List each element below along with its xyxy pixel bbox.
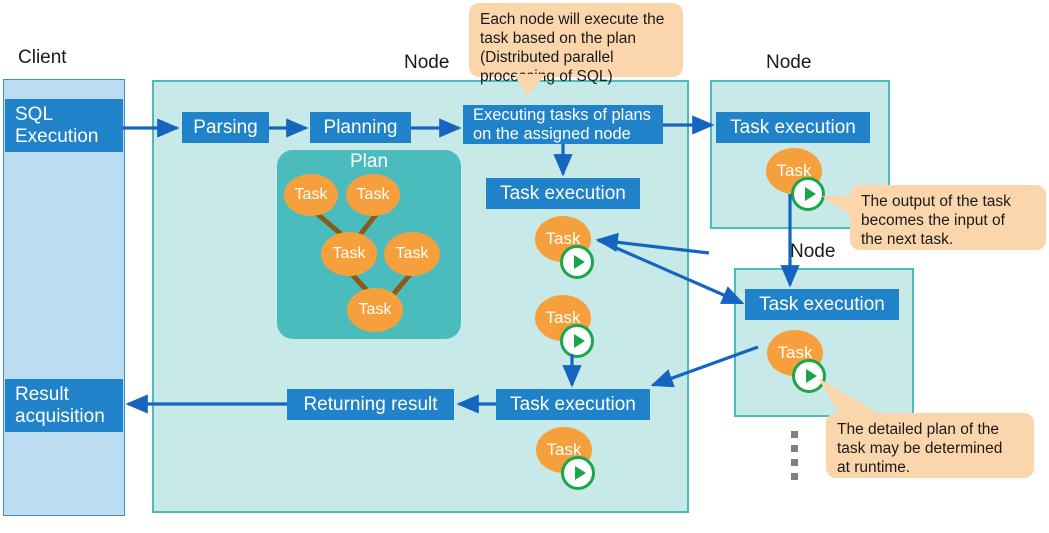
caption-client: Client [18,47,67,68]
play-icon[interactable] [560,324,594,358]
task-execution-box-node3[interactable]: Task execution [745,289,899,320]
task-execution-box-bottom[interactable]: Task execution [496,389,650,420]
play-icon[interactable] [561,456,595,490]
plan-title: Plan [349,151,389,172]
plan-task-node[interactable]: Task [321,232,377,276]
returning-result-box[interactable]: Returning result [287,389,454,420]
callout-plan-execution: Each node will execute the task based on… [469,3,683,85]
plan-task-node[interactable]: Task [284,174,338,216]
more-nodes-ellipsis [791,431,798,480]
executing-tasks-box[interactable]: Executing tasks of plans on the assigned… [463,105,663,144]
diagram-canvas: Client Node Node Node SQL Execution Resu… [0,0,1049,533]
play-icon[interactable] [792,359,826,393]
planning-box[interactable]: Planning [310,112,411,143]
plan-task-node[interactable]: Task [346,174,400,216]
callout-task-output: The output of the task becomes the input… [850,185,1046,250]
plan-task-node[interactable]: Task [384,232,440,276]
task-execution-box-node2[interactable]: Task execution [716,112,870,143]
caption-node-top-right: Node [766,52,812,73]
plan-task-node[interactable]: Task [347,288,403,332]
caption-node-bottom-right: Node [790,241,836,262]
play-icon[interactable] [791,177,825,211]
parsing-box[interactable]: Parsing [182,112,269,143]
task-execution-box-top[interactable]: Task execution [486,178,640,209]
sql-execution-box[interactable]: SQL Execution [5,99,123,152]
callout-detailed-plan: The detailed plan of the task may be det… [826,413,1034,478]
play-icon[interactable] [560,245,594,279]
caption-node-main: Node [404,52,450,73]
result-acquisition-box[interactable]: Result acquisition [5,379,123,432]
